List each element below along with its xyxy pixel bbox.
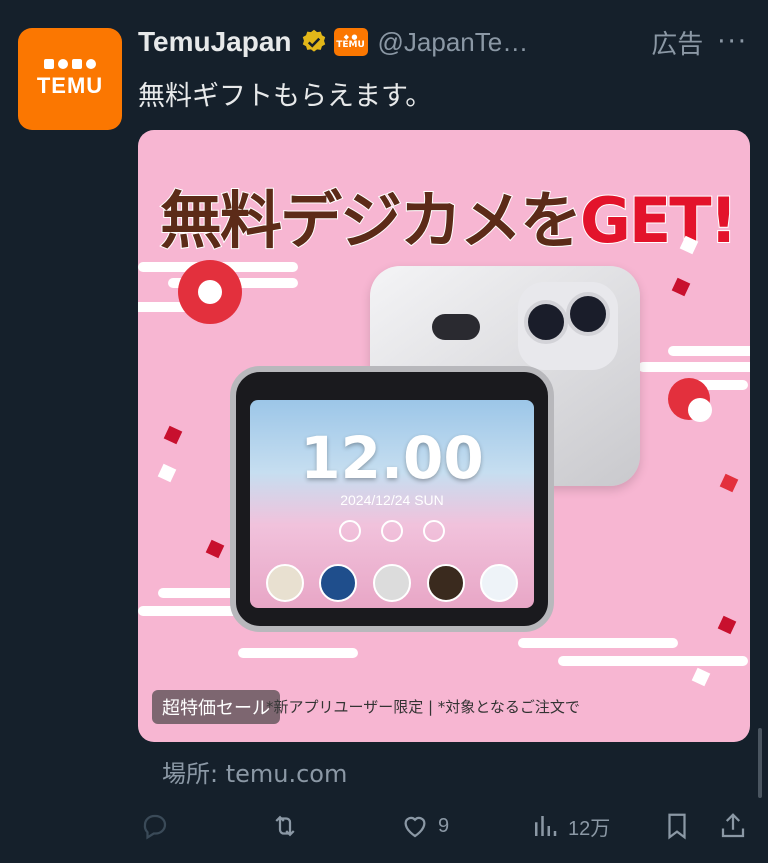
more-options-icon[interactable]: ···	[717, 27, 748, 57]
temu-logo-icons	[44, 59, 96, 69]
screen-date: 2024/12/24 SUN	[340, 492, 444, 508]
share-button[interactable]	[718, 811, 756, 841]
bookmark-icon	[668, 813, 686, 840]
retweet-button[interactable]	[270, 811, 308, 841]
tweet-actions: 9 12万	[138, 806, 758, 846]
decor-cloud	[668, 346, 750, 356]
ad-label: 広告	[651, 29, 704, 60]
like-count: 9	[438, 814, 450, 837]
ad-headline: 無料デジカメをGET!	[159, 170, 739, 260]
next-icon	[423, 520, 445, 542]
camera-lens-icon	[524, 300, 568, 344]
decor-cloud	[138, 606, 238, 616]
ad-image[interactable]: 無料デジカメをGET! 12.00 2024/12/24 SUN *新アプリユー…	[138, 130, 750, 742]
confetti-icon	[163, 425, 183, 445]
author-handle[interactable]: @JapanTe…	[378, 27, 529, 58]
avatar-logo-text: TEMU	[36, 73, 104, 98]
landscape-app-icon	[319, 564, 358, 602]
share-icon	[721, 813, 745, 838]
confetti-icon	[691, 667, 711, 687]
retweet-icon	[275, 815, 295, 837]
tweet-header: TemuJapan ◆ ● TEMU @JapanTe… 広告 ···	[138, 22, 748, 62]
confetti-icon	[671, 277, 691, 297]
like-button[interactable]: 9	[400, 811, 449, 841]
microphone-app-icon	[480, 564, 519, 602]
vinyl-app-icon	[426, 564, 465, 602]
screen-clock: 12.00	[300, 424, 484, 492]
author-name[interactable]: TemuJapan	[138, 26, 292, 58]
confetti-icon	[205, 539, 225, 559]
tweet-text: 無料ギフトもらえます。	[138, 81, 433, 112]
bookmark-button[interactable]	[662, 811, 700, 841]
decor-cloud	[638, 362, 750, 372]
decor-cloud	[558, 656, 748, 666]
ad-caption: *新アプリユーザー限定 | *対象となるご注文で	[266, 698, 580, 716]
reply-button[interactable]	[140, 811, 178, 841]
decor-cloud	[238, 648, 358, 658]
camera-lens-block	[518, 282, 618, 370]
affiliate-badge-text: TEMU	[336, 40, 365, 50]
affiliate-badge-icon[interactable]: ◆ ● TEMU	[333, 28, 368, 56]
decor-cloud	[518, 638, 678, 648]
heart-icon	[404, 816, 426, 838]
views-button[interactable]: 12万	[530, 811, 610, 841]
views-count: 12万	[568, 817, 611, 840]
pause-icon	[381, 520, 403, 542]
confetti-icon	[157, 463, 177, 483]
confetti-icon	[719, 473, 739, 493]
scrollbar[interactable]	[758, 728, 762, 798]
bar-chart-icon	[535, 816, 557, 836]
gear-app-icon	[372, 564, 411, 602]
plum-blossom-icon	[668, 378, 712, 422]
verified-badge-icon[interactable]	[300, 28, 328, 56]
camera-lens-icon	[566, 292, 610, 336]
playback-controls	[250, 520, 534, 542]
avatar[interactable]: TEMU	[18, 28, 122, 130]
headline-main: 無料デジカメを	[159, 183, 583, 258]
ad-source-link[interactable]: 場所: temu.com	[162, 754, 347, 789]
film-app-icon	[265, 564, 304, 602]
sale-badge[interactable]: 超特価セール	[152, 690, 280, 724]
plum-blossom-icon	[178, 260, 242, 324]
headline-accent: GET!	[579, 183, 739, 258]
screen-app-row	[258, 564, 526, 602]
reply-icon	[143, 814, 167, 840]
confetti-icon	[717, 615, 737, 635]
camera-front-image: 12.00 2024/12/24 SUN	[230, 366, 554, 632]
previous-icon	[339, 520, 361, 542]
camera-screen: 12.00 2024/12/24 SUN	[250, 400, 534, 608]
camera-slot	[432, 314, 480, 340]
